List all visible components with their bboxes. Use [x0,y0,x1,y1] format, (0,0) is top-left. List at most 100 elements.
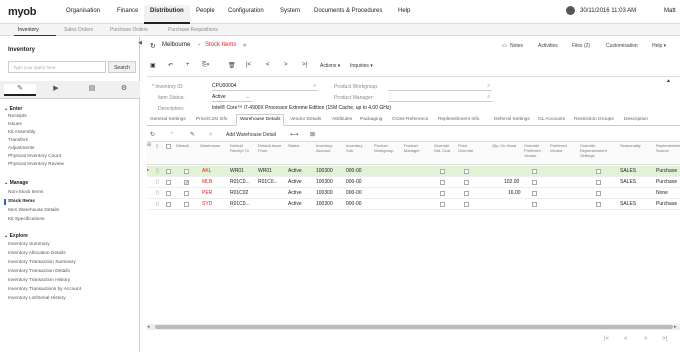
sidebar-item-inventory-transaction-history[interactable]: Inventory Transaction History [8,278,70,283]
sidebar-item-inventory-lot-serial-history[interactable]: Inventory Lot/Serial History [8,296,66,301]
column-price-override[interactable]: Price Override [458,143,478,153]
price-override-checkbox[interactable] [464,191,469,196]
seasonality-cell[interactable]: SALES [620,201,636,207]
tab-gl-accounts[interactable]: GL Accounts [538,117,565,122]
inquiries-menu[interactable]: Inquiries ▾ [350,63,373,69]
save-icon[interactable]: ▣ [150,62,156,69]
override-replenishment-checkbox[interactable] [596,191,601,196]
row-select-checkbox[interactable] [166,202,171,207]
default-checkbox[interactable] [184,202,189,207]
menu-finance[interactable]: Finance [117,8,138,14]
grid-row-selector-icon[interactable]: ⊞ [147,143,151,148]
sidebar-search-button[interactable]: Search [108,61,136,73]
last-page-icon[interactable]: >| [662,336,667,342]
sub-cell[interactable]: 000-00 [346,179,362,185]
sidebar-item-issues[interactable]: Issues [8,122,22,127]
play-icon[interactable]: ▶ [40,84,72,96]
sidebar-item-physical-inventory-count[interactable]: Physical Inventory Count [8,154,61,159]
row-file-icon[interactable]: ▯ [156,190,159,196]
account-cell[interactable]: 100300 [316,190,333,196]
column-override-replenishment-settings[interactable]: Override Replenishment Settings [580,143,620,158]
sidebar-section-explore[interactable]: ⌄ Explore [4,233,28,239]
tab-replenishment-info[interactable]: Replenishment Info [438,117,479,122]
user-name[interactable]: Matt [664,8,676,14]
sidebar-item-inventory-transaction-summary[interactable]: Inventory Transaction Summary [8,260,76,265]
tab-vendor-details[interactable]: Vendor Details [290,117,321,122]
add-icon[interactable]: + [186,62,190,68]
next-page-icon[interactable]: > [644,336,648,342]
customisation-link[interactable]: Customisation [606,43,638,49]
column-inventory-account[interactable]: Inventory Account [316,143,340,153]
inventory-id-field[interactable]: CPU00004 ⌕ [212,82,318,91]
scroll-left-icon[interactable]: ◂ [147,324,150,330]
receipt-cell[interactable]: R01C0... [230,179,250,185]
menu-help[interactable]: Help [398,8,410,14]
column-product-workgroup[interactable]: Product Workgroup [374,143,398,153]
row-file-icon[interactable]: ▯ [156,201,159,207]
search-icon[interactable]: ⌕ [487,94,490,100]
notes-icon[interactable]: ▭ [502,43,507,49]
menu-organisation[interactable]: Organisation [66,8,100,14]
subnav-purchase-requisitions[interactable]: Purchase Requisitions [168,27,218,33]
myob-logo[interactable]: myob [8,6,36,18]
sub-cell[interactable]: 000-00 [346,190,362,196]
tab-price-cost-info[interactable]: Price/Cost Info [196,117,227,122]
grid-delete-row-icon[interactable]: ✕ [208,131,213,138]
warehouse-cell[interactable]: PER [202,190,212,196]
sidebar-item-inventory-summary[interactable]: Inventory Summary [8,242,50,247]
files-link[interactable]: Files (2) [572,43,590,49]
product-manager-field[interactable]: ⌕ [388,93,492,102]
notes-link[interactable]: Notes [510,43,523,49]
column-default[interactable]: Default [176,143,189,148]
first-page-icon[interactable]: |< [604,336,609,342]
collapse-sidebar-icon[interactable]: ◀ [135,37,145,47]
next-record-icon[interactable]: > [284,62,288,68]
warehouse-cell[interactable]: AKL [202,168,211,174]
override-vendor-checkbox[interactable] [532,169,537,174]
column-seasonality[interactable]: Seasonality [620,143,641,148]
tab-description[interactable]: Description [624,117,648,122]
price-override-checkbox[interactable] [464,180,469,185]
sidebar-item-inventory-transaction-details[interactable]: Inventory Transaction Details [8,269,70,274]
export-excel-icon[interactable]: ⊠ [310,131,315,138]
description-field[interactable]: Intel® Core™ i7-4900X Processor Extreme … [212,104,492,113]
issue-cell[interactable]: WR01 [258,168,272,174]
tab-packaging[interactable]: Packaging [360,117,382,122]
account-cell[interactable]: 100300 [316,201,333,207]
sidebar-item-non-stock-items[interactable]: Non-Stock Items [8,190,43,195]
sidebar-item-inventory-allocation-details[interactable]: Inventory Allocation Details [8,251,66,256]
select-all-checkbox[interactable] [166,144,171,149]
company-name[interactable]: Melbourne [162,42,190,48]
sidebar-item-inventory-transactions-by-account[interactable]: Inventory Transactions by Account [8,287,81,292]
subnav-sales-orders[interactable]: Sales Orders [64,27,93,33]
sidebar-item-item-warehouse-details[interactable]: Item Warehouse Details [8,208,59,213]
tab-restriction-groups[interactable]: Restriction Groups [574,117,614,122]
sidebar-search-input[interactable]: Type your query here [8,61,106,73]
price-override-checkbox[interactable] [464,169,469,174]
column-preferred-vendor[interactable]: Preferred Vendor [550,143,574,153]
subnav-purchase-orders[interactable]: Purchase Orders [110,27,148,33]
grid-refresh-icon[interactable]: ↻ [150,131,155,138]
sidebar-item-stock-items[interactable]: Stock Items [8,199,35,204]
default-checkbox-checked[interactable]: ✓ [184,180,189,186]
menu-people[interactable]: People [196,8,215,14]
override-vendor-checkbox[interactable] [532,180,537,185]
column-qty-on-hand[interactable]: Qty. On Hand [492,143,524,148]
sidebar-item-adjustments[interactable]: Adjustments [8,146,34,151]
collapse-form-icon[interactable]: ▲ [666,78,671,84]
default-checkbox[interactable] [184,191,189,196]
seasonality-cell[interactable]: SALES [620,168,636,174]
tab-cross-reference[interactable]: Cross-Reference [392,117,428,122]
override-replenishment-checkbox[interactable] [596,180,601,185]
status-cell[interactable]: Active [288,168,302,174]
override-vendor-checkbox[interactable] [532,202,537,207]
sidebar-item-receipts[interactable]: Receipts [8,114,27,119]
tab-deferral-settings[interactable]: Deferral Settings [494,117,530,122]
help-link[interactable]: Help ▾ [652,43,666,49]
gear-icon[interactable]: ⚙ [108,84,140,96]
status-cell[interactable]: Active [288,201,302,207]
override-std-cost-checkbox[interactable] [440,191,445,196]
first-record-icon[interactable]: |< [246,62,251,68]
tab-warehouse-details[interactable]: Warehouse Details [236,114,285,126]
undo-icon[interactable]: ↶ [168,62,173,69]
